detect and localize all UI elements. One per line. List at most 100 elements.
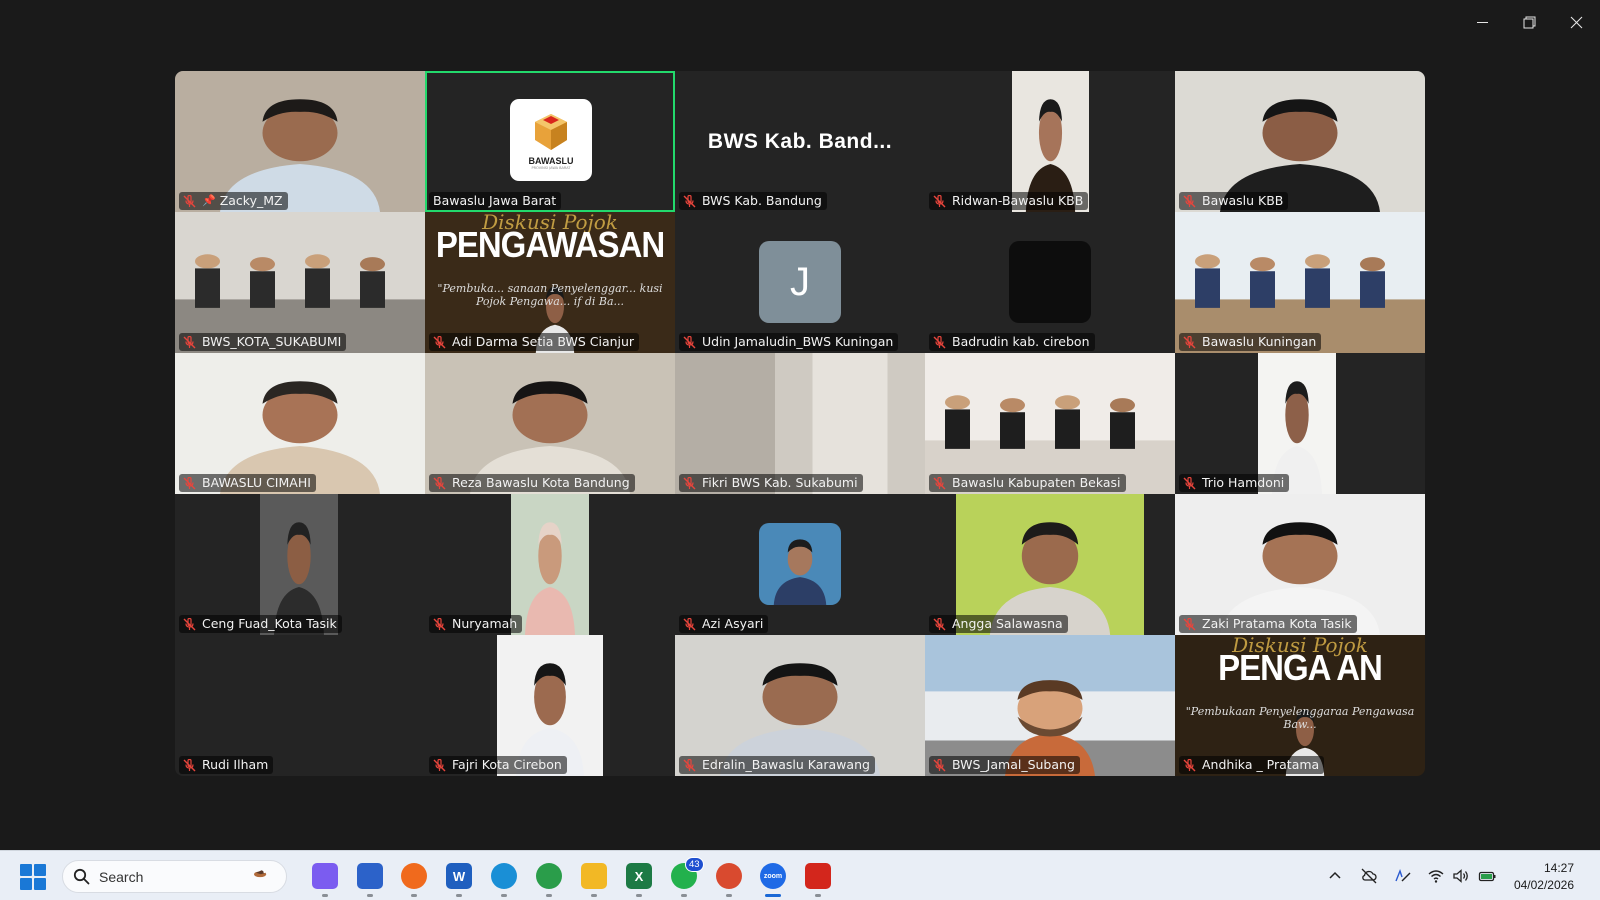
- participant-name-label: Ceng Fuad_Kota Tasik: [179, 615, 342, 633]
- excel-icon-label: X: [634, 868, 644, 884]
- participant-name-label: BWS_Jamal_Subang: [929, 756, 1080, 774]
- participant-name-label: Adi Darma Setia BWS Cianjur: [429, 333, 640, 351]
- zoom-meeting-window: 📌 Zacky_MZ BAWASLU PROVINSI JAWA BARAT Bawas…: [0, 0, 1600, 850]
- participant-name: Zacky_MZ: [219, 193, 283, 208]
- participant-name: BWS_KOTA_SUKABUMI: [202, 334, 342, 349]
- chrome-icon[interactable]: [536, 863, 562, 889]
- windows-taskbar: Search W X 43 zoom 14:27 04/02/2026: [0, 850, 1600, 900]
- participant-name-label: Zaki Pratama Kota Tasik: [1179, 615, 1357, 633]
- participant-tile[interactable]: Ridwan-Bawaslu KBB: [925, 71, 1175, 212]
- running-indicator: [765, 894, 781, 897]
- participant-tile[interactable]: Diskusi Pojok PENGAWASAN "Pembuka... sanaa…: [425, 212, 675, 353]
- chevron-up-icon[interactable]: [1325, 867, 1345, 885]
- zoom-icon[interactable]: zoom: [760, 863, 786, 889]
- participant-name-label: Bawaslu Jawa Barat: [429, 192, 562, 210]
- participant-avatar: J: [759, 241, 841, 323]
- participant-tile[interactable]: Bawaslu Kabupaten Bekasi: [925, 353, 1175, 494]
- pin-icon: 📌: [202, 194, 216, 207]
- search-icon: [73, 868, 90, 885]
- participant-tile[interactable]: Reza Bawaslu Kota Bandung: [425, 353, 675, 494]
- mic-muted-icon: [433, 335, 446, 349]
- participant-name: Ceng Fuad_Kota Tasik: [202, 616, 337, 631]
- participant-video: [925, 635, 1175, 776]
- participant-tile[interactable]: Nuryamah: [425, 494, 675, 635]
- copilot-icon[interactable]: [312, 863, 338, 889]
- microsoft-store-icon[interactable]: [357, 863, 383, 889]
- mic-muted-icon: [933, 758, 946, 772]
- participant-tile[interactable]: Ceng Fuad_Kota Tasik: [175, 494, 425, 635]
- participant-tile[interactable]: Bawaslu Kuningan: [1175, 212, 1425, 353]
- participant-tile[interactable]: Fikri BWS Kab. Sukabumi: [675, 353, 925, 494]
- participant-video: [956, 494, 1144, 635]
- bawaslu-logo: BAWASLU PROVINSI JAWA BARAT: [510, 99, 592, 181]
- participant-name-label: Bawaslu KBB: [1179, 192, 1289, 210]
- participant-tile[interactable]: BWS_KOTA_SUKABUMI: [175, 212, 425, 353]
- clock-time: 14:27: [1543, 861, 1574, 875]
- participant-tile[interactable]: BWS_Jamal_Subang: [925, 635, 1175, 776]
- participant-tile[interactable]: Diskusi Pojok PENGA AN "Pembukaan Penyelen…: [1175, 635, 1425, 776]
- excel-icon[interactable]: X: [626, 863, 652, 889]
- participant-tile[interactable]: Badrudin kab. cirebon: [925, 212, 1175, 353]
- participant-tile[interactable]: Angga Salawasna: [925, 494, 1175, 635]
- logo-subtext: PROVINSI JAWA BARAT: [531, 166, 571, 170]
- language-pen-icon[interactable]: [1393, 867, 1413, 885]
- edge-icon[interactable]: [491, 863, 517, 889]
- participant-tile[interactable]: BAWASLU CIMAHI: [175, 353, 425, 494]
- gallery-view-grid: 📌 Zacky_MZ BAWASLU PROVINSI JAWA BARAT Bawas…: [175, 71, 1425, 776]
- participant-tile[interactable]: Edralin_Bawaslu Karawang: [675, 635, 925, 776]
- restore-button[interactable]: [1506, 0, 1553, 44]
- close-button[interactable]: [1553, 0, 1600, 44]
- participant-tile[interactable]: Trio Hamdoni: [1175, 353, 1425, 494]
- minimize-button[interactable]: [1459, 0, 1506, 44]
- mic-muted-icon: [1183, 476, 1196, 490]
- mic-muted-icon: [183, 194, 196, 208]
- participant-video: [175, 71, 425, 212]
- participant-name: Badrudin kab. cirebon: [952, 334, 1090, 349]
- participant-name: Fajri Kota Cirebon: [452, 757, 562, 772]
- mic-muted-icon: [1183, 194, 1196, 208]
- volume-icon[interactable]: [1451, 867, 1471, 885]
- participant-name: Bawaslu Kuningan: [1202, 334, 1317, 349]
- participant-video: [497, 635, 603, 776]
- participant-tile[interactable]: Fajri Kota Cirebon: [425, 635, 675, 776]
- participant-name-label: Angga Salawasna: [929, 615, 1068, 633]
- file-explorer-icon[interactable]: [581, 863, 607, 889]
- participant-video: [1009, 241, 1091, 323]
- participant-tile[interactable]: Rudi Ilham: [175, 635, 425, 776]
- firefox-icon[interactable]: [401, 863, 427, 889]
- start-button[interactable]: [20, 864, 46, 890]
- wifi-icon[interactable]: [1426, 867, 1446, 885]
- acrobat-icon[interactable]: [805, 863, 831, 889]
- search-placeholder: Search: [99, 868, 144, 885]
- participant-tile[interactable]: BAWASLU PROVINSI JAWA BARAT Bawaslu Jawa B…: [425, 71, 675, 212]
- participant-name-label: Azi Asyari: [679, 615, 769, 633]
- participant-tile[interactable]: Azi Asyari: [675, 494, 925, 635]
- participant-tile[interactable]: 📌 Zacky_MZ: [175, 71, 425, 212]
- participant-name: Andhika _ Pratama: [1202, 757, 1320, 772]
- mic-muted-icon: [433, 758, 446, 772]
- participant-name-label: BWS_KOTA_SUKABUMI: [179, 333, 347, 351]
- participant-tile[interactable]: BWS Kab. Band... BWS Kab. Bandung: [675, 71, 925, 212]
- participant-tile[interactable]: Zaki Pratama Kota Tasik: [1175, 494, 1425, 635]
- participant-tile[interactable]: J Udin Jamaludin_BWS Kuningan: [675, 212, 925, 353]
- participant-tile[interactable]: Bawaslu KBB: [1175, 71, 1425, 212]
- mic-muted-icon: [1183, 335, 1196, 349]
- participant-video: [260, 494, 338, 635]
- mic-muted-icon: [933, 476, 946, 490]
- taskbar-search-box[interactable]: Search: [62, 860, 287, 893]
- cloud-off-icon[interactable]: [1359, 867, 1379, 885]
- participant-name: Trio Hamdoni: [1202, 475, 1285, 490]
- mic-muted-icon: [433, 617, 446, 631]
- mic-muted-icon: [433, 476, 446, 490]
- word-icon[interactable]: W: [446, 863, 472, 889]
- participant-name: Edralin_Bawaslu Karawang: [702, 757, 870, 772]
- participant-name-label: Badrudin kab. cirebon: [929, 333, 1095, 351]
- running-indicator: [726, 894, 732, 897]
- participant-name: Angga Salawasna: [952, 616, 1063, 631]
- participant-video: [1175, 494, 1425, 635]
- system-clock[interactable]: 14:27 04/02/2026: [1514, 860, 1574, 894]
- chrome-profile-icon[interactable]: [716, 863, 742, 889]
- battery-charging-icon[interactable]: [1477, 867, 1497, 885]
- mic-muted-icon: [183, 617, 196, 631]
- mic-muted-icon: [1183, 758, 1196, 772]
